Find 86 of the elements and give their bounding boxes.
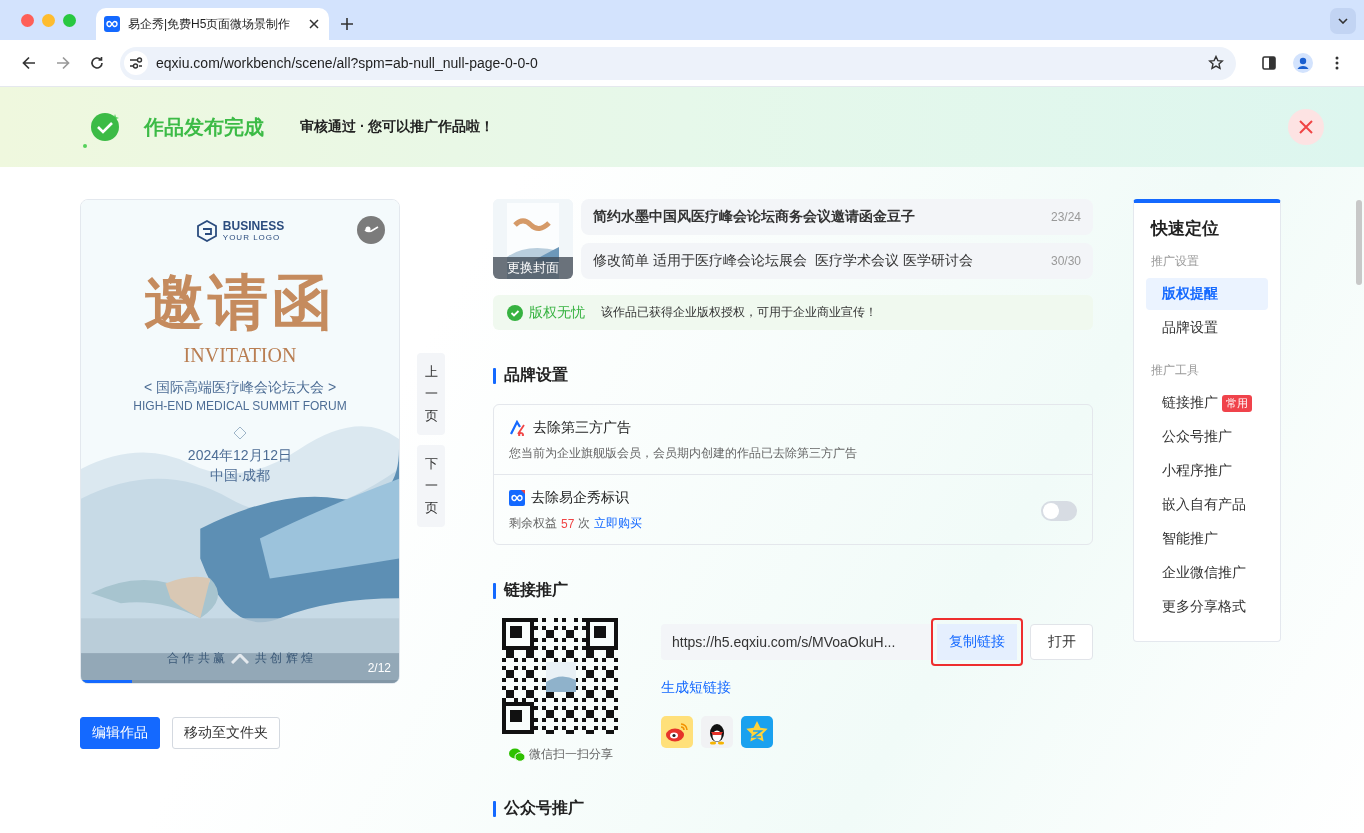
poster-motto: 共 创 辉 煌 — [255, 650, 313, 667]
quota-unit: 次 — [578, 515, 591, 532]
group-label: 推广设置 — [1151, 253, 1200, 270]
nav-item[interactable]: 小程序推广 — [1146, 455, 1268, 487]
tab-title: 易企秀|免费H5页面微场景制作 — [128, 15, 292, 33]
nav-item[interactable]: 嵌入自有产品 — [1146, 489, 1268, 521]
section-title: 品牌设置 — [504, 365, 568, 385]
nav-item[interactable]: 更多分享格式 — [1146, 591, 1268, 623]
new-tab-icon[interactable] — [341, 18, 353, 30]
share-link-field[interactable]: https://h5.eqxiu.com/s/MVoaOkuH... — [661, 624, 931, 660]
description-text: 修改简单 适用于医疗峰会论坛展会 医疗学术会议 医学研讨会 — [593, 252, 973, 270]
nav-item[interactable]: 企业微信推广 — [1146, 557, 1268, 589]
event-date: 2024年12月12日 — [187, 447, 293, 465]
wechat-icon — [509, 747, 525, 762]
quota-label: 剩余权益 — [509, 515, 557, 532]
quota-count: 57 — [561, 516, 575, 531]
close-window-button[interactable] — [21, 14, 34, 27]
music-disc-icon[interactable] — [357, 216, 385, 244]
short-link-link[interactable]: 生成短链接 — [661, 679, 1093, 697]
poster-motto: 合 作 共 赢 — [167, 650, 225, 667]
description-field[interactable]: 修改简单 适用于医疗峰会论坛展会 医疗学术会议 医学研讨会 30/30 — [581, 243, 1093, 279]
edit-button[interactable]: 编辑作品 — [80, 717, 160, 749]
move-to-folder-button[interactable]: 移动至文件夹 — [172, 717, 280, 749]
panel-title: 快速定位 — [1151, 218, 1220, 240]
poster-headline-english: INVITATION — [183, 344, 297, 367]
star-icon[interactable] — [1208, 55, 1224, 71]
site-logo-icon — [509, 490, 525, 506]
previous-page-button[interactable]: 上一页 — [417, 353, 445, 435]
copyright-label: 版权无忧 — [529, 303, 585, 322]
site-logo-icon — [104, 16, 120, 32]
row-title: 去除易企秀标识 — [531, 489, 629, 507]
title-text: 简约水墨中国风医疗峰会论坛商务会议邀请函金豆子 — [593, 208, 915, 226]
penguin-icon[interactable] — [701, 716, 733, 748]
profile-avatar-icon — [1293, 53, 1313, 73]
page-counter: 2/12 — [367, 661, 391, 675]
group-label: 推广工具 — [1151, 362, 1200, 379]
nav-item[interactable]: 公众号推广 — [1146, 421, 1268, 453]
character-count: 30/30 — [1050, 254, 1081, 268]
event-place: 中国·成都 — [209, 467, 271, 485]
kebab-menu-icon — [1335, 56, 1339, 70]
browser-tab[interactable]: 易企秀|免费H5页面微场景制作 — [96, 8, 329, 40]
toggle-switch[interactable] — [1041, 500, 1077, 521]
row-title: 去除第三方广告 — [533, 419, 631, 437]
close-icon — [1298, 119, 1314, 135]
logo-icon — [195, 220, 218, 242]
logo-name: BUSINESS — [222, 220, 285, 232]
diamond-icon — [234, 427, 246, 439]
weibo-eye-icon[interactable] — [661, 716, 693, 748]
back-arrow-icon — [22, 56, 36, 70]
chevron-down-icon — [1338, 18, 1348, 24]
change-cover-button[interactable]: 更换封面 — [493, 257, 573, 279]
banner-subtitle: 审核通过 · 您可以推广作品啦！ — [300, 118, 496, 136]
title-field[interactable]: 简约水墨中国风医疗峰会论坛商务会议邀请函金豆子 23/24 — [581, 199, 1093, 235]
address-bar[interactable]: eqxiu.com/workbench/scene/all?spm=ab-null_null-page-0-0-0 — [120, 46, 1236, 80]
side-panel-icon — [1262, 56, 1276, 70]
close-button[interactable] — [1288, 109, 1324, 145]
forward-arrow-icon — [56, 56, 70, 70]
scrollbar-thumb[interactable] — [1356, 200, 1362, 285]
badge: 常用 — [1222, 394, 1252, 412]
copy-link-button[interactable]: 复制链接 — [937, 624, 1017, 660]
tab-list-button[interactable] — [1330, 8, 1356, 34]
check-circle-icon — [507, 304, 523, 321]
nav-item[interactable]: 版权提醒 — [1146, 278, 1268, 310]
section-title: 公众号推广 — [504, 798, 584, 818]
row-description: 您当前为企业旗舰版会员，会员期内创建的作品已去除第三方广告 — [509, 445, 858, 462]
banner-title: 作品发布完成 — [144, 114, 264, 140]
copyright-text: 该作品已获得企业版权授权，可用于企业商业宣传！ — [601, 304, 877, 321]
poster-headline: 邀请函 — [144, 272, 336, 332]
qr-caption: 微信扫一扫分享 — [529, 746, 613, 763]
url-text: eqxiu.com/workbench/scene/all?spm=ab-null_null-page-0-0-0 — [156, 55, 539, 71]
close-icon[interactable] — [309, 19, 319, 29]
reload-icon — [90, 56, 104, 70]
nav-item[interactable]: 品牌设置 — [1146, 312, 1268, 344]
next-page-button[interactable]: 下一页 — [417, 445, 445, 527]
event-name: < 国际高端医疗峰会论坛大会 > — [143, 379, 337, 397]
buy-link[interactable]: 立即购买 — [594, 515, 643, 532]
nav-item[interactable]: 智能推广 — [1146, 523, 1268, 555]
logo-tagline: YOUR LOGO — [222, 234, 282, 242]
site-settings-icon[interactable] — [129, 57, 143, 69]
nav-item[interactable]: 链接推广 常用 — [1146, 387, 1268, 419]
open-link-button[interactable]: 打开 — [1030, 624, 1093, 660]
ad-removal-icon — [509, 420, 527, 436]
character-count: 23/24 — [1050, 210, 1081, 224]
nav-item-label: 链接推广 — [1162, 394, 1218, 412]
event-name-english: HIGH-END MEDICAL SUMMIT FORUM — [133, 399, 347, 413]
section-title: 链接推广 — [504, 580, 568, 600]
